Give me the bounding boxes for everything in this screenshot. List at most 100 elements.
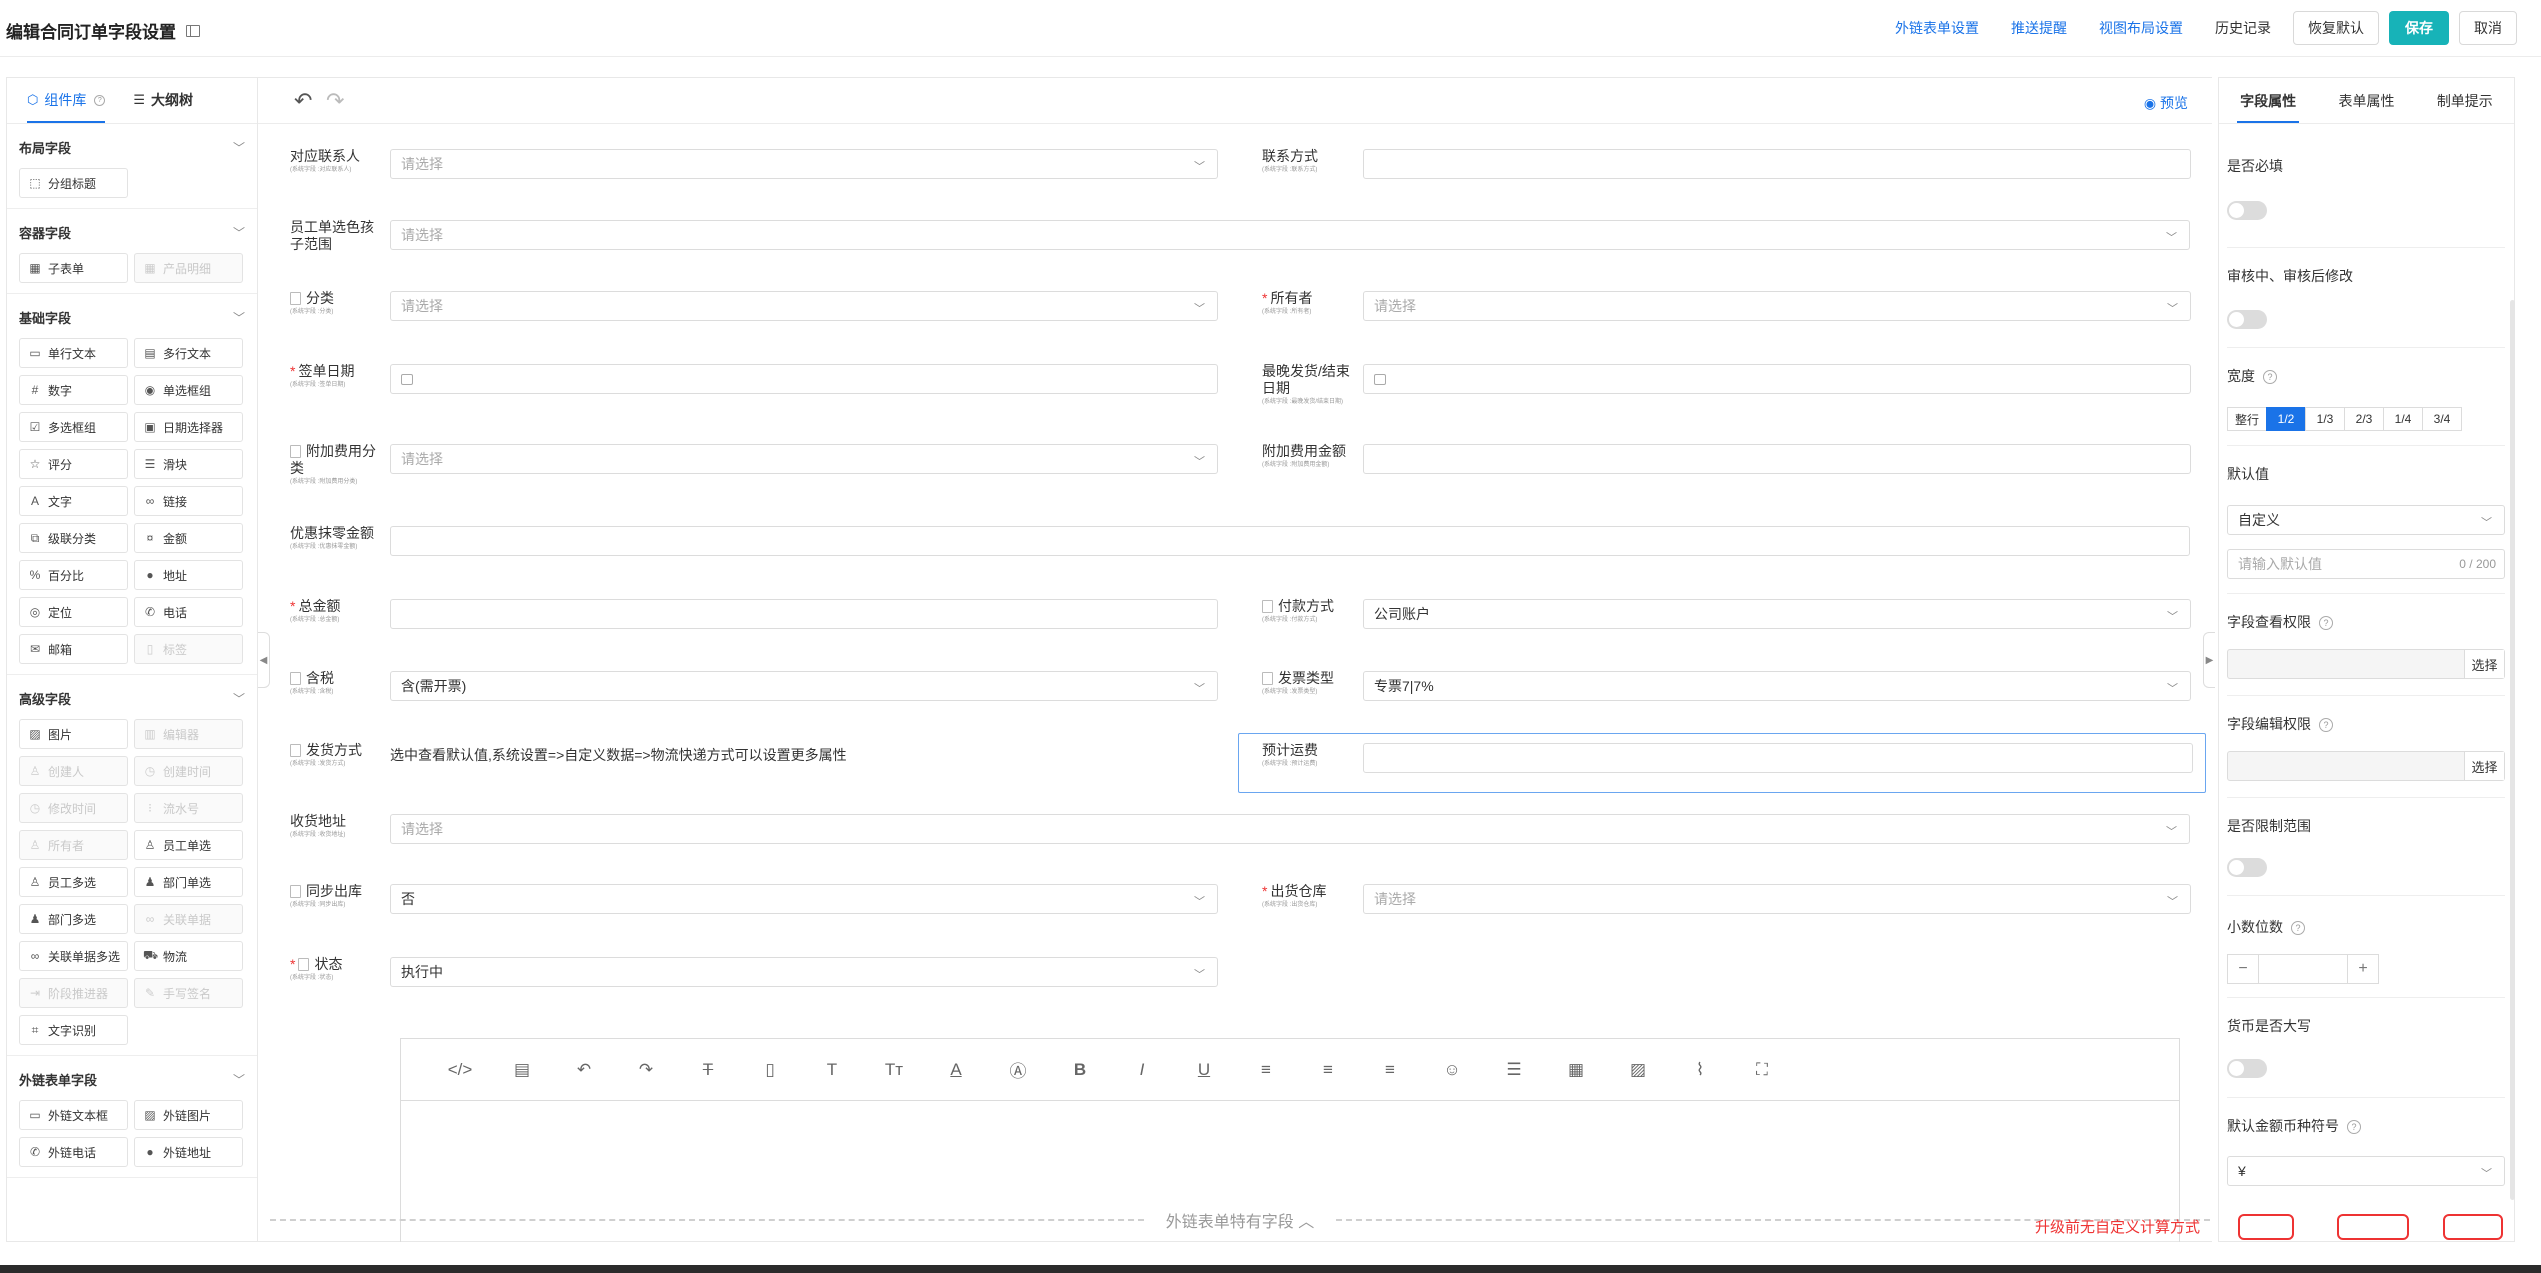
component-item[interactable]: ♙ 员工多选	[19, 867, 128, 897]
component-item[interactable]: ⛟ 物流	[134, 941, 243, 971]
field-select[interactable]: 公司账户 ﹀	[1363, 599, 2191, 629]
component-item[interactable]: ● 地址	[134, 560, 243, 590]
fullscreen-icon[interactable]: ⛶	[1731, 1060, 1793, 1080]
field-select[interactable]: 请选择 ﹀	[390, 814, 2190, 844]
component-item[interactable]: ✉ 邮箱	[19, 634, 128, 664]
align-center-icon[interactable]: ≡	[1297, 1060, 1359, 1080]
width-option[interactable]: 2/3	[2344, 407, 2384, 431]
layout-toggle-icon[interactable]	[186, 24, 200, 37]
cancel-button[interactable]: 取消	[2459, 11, 2517, 45]
divider-icon[interactable]: ☰	[1483, 1060, 1545, 1080]
decimal-value[interactable]	[2259, 954, 2347, 984]
component-item[interactable]: ▭ 外链文本框	[19, 1100, 128, 1130]
required-toggle[interactable]	[2227, 201, 2267, 220]
width-option[interactable]: 3/4	[2422, 407, 2462, 431]
field-select[interactable]: 否 ﹀	[390, 884, 1218, 914]
component-item[interactable]: ♟ 部门多选	[19, 904, 128, 934]
emoji-icon[interactable]: ☺	[1421, 1060, 1483, 1080]
width-option[interactable]: 整行	[2227, 407, 2267, 431]
plus-icon[interactable]: +	[2347, 954, 2379, 984]
component-item[interactable]: ▦ 子表单	[19, 253, 128, 283]
table-icon[interactable]: ▦	[1545, 1060, 1607, 1080]
component-item[interactable]: ☆ 评分	[19, 449, 128, 479]
field-select[interactable]: 执行中 ﹀	[390, 957, 1218, 987]
default-mode-select[interactable]: 自定义 ﹀	[2227, 505, 2505, 535]
font-color-icon[interactable]: A	[925, 1060, 987, 1080]
group-header[interactable]: 容器字段 ﹀	[19, 219, 245, 245]
component-item[interactable]: ◉ 单选框组	[134, 375, 243, 405]
undo-icon[interactable]: ↶	[553, 1060, 615, 1080]
save-button[interactable]: 保存	[2389, 11, 2449, 45]
redo-icon[interactable]: ↷	[615, 1060, 677, 1080]
edit-permission-picker[interactable]: 选择	[2227, 751, 2505, 781]
field-input[interactable]	[390, 599, 1218, 629]
component-item[interactable]: ☰ 滑块	[134, 449, 243, 479]
collapse-left-handle[interactable]: ◀	[258, 632, 270, 688]
component-item[interactable]: ✆ 外链电话	[19, 1137, 128, 1167]
tab-entry-tips[interactable]: 制单提示	[2416, 78, 2514, 123]
tab-outline-tree[interactable]: ☰ 大纲树	[133, 78, 193, 123]
view-permission-picker[interactable]: 选择	[2227, 649, 2505, 679]
width-option[interactable]: 1/2	[2266, 407, 2306, 431]
background-color-icon[interactable]: Ⓐ	[987, 1057, 1049, 1082]
template-icon[interactable]: ▤	[491, 1060, 553, 1080]
field-select[interactable]: 请选择 ﹀	[390, 444, 1218, 474]
field-select[interactable]: 含(需开票) ﹀	[390, 671, 1218, 701]
field-select[interactable]: 请选择 ﹀	[1363, 291, 2191, 321]
bold-icon[interactable]: B	[1049, 1060, 1111, 1080]
preview-button[interactable]: ◉ 预览	[2144, 93, 2188, 113]
field-select[interactable]: 请选择 ﹀	[390, 149, 1218, 179]
field-select[interactable]: 请选择 ﹀	[1363, 884, 2191, 914]
component-item[interactable]: ▤ 多行文本	[134, 338, 243, 368]
tab-component-library[interactable]: ⬡ 组件库 ?	[27, 78, 106, 123]
component-item[interactable]: ▨ 外链图片	[134, 1100, 243, 1130]
default-value-input[interactable]: 请输入默认值 0 / 200	[2227, 549, 2505, 579]
component-item[interactable]: ☑ 多选框组	[19, 412, 128, 442]
component-item[interactable]: ∞ 关联单据多选	[19, 941, 128, 971]
field-input[interactable]	[1363, 444, 2191, 474]
component-item[interactable]: ⬚ 分组标题	[19, 168, 128, 198]
strikethrough-icon[interactable]: T	[677, 1060, 739, 1080]
underline-icon[interactable]: U	[1173, 1060, 1235, 1080]
restore-default-button[interactable]: 恢复默认	[2293, 11, 2379, 45]
choose-button[interactable]: 选择	[2464, 752, 2504, 780]
external-form-settings-link[interactable]: 外链表单设置	[1895, 18, 1979, 38]
decimal-stepper[interactable]: − +	[2227, 954, 2379, 984]
component-item[interactable]: ∞ 链接	[134, 486, 243, 516]
component-item[interactable]: A 文字	[19, 486, 128, 516]
component-item[interactable]: ♙ 员工单选	[134, 830, 243, 860]
width-option[interactable]: 1/3	[2305, 407, 2345, 431]
group-header[interactable]: 布局字段 ﹀	[19, 134, 245, 160]
choose-button[interactable]: 选择	[2464, 650, 2504, 678]
code-icon[interactable]: </>	[429, 1060, 491, 1080]
range-limit-toggle[interactable]	[2227, 858, 2267, 877]
field-date-picker[interactable]	[390, 364, 1218, 394]
field-input[interactable]	[1363, 149, 2191, 179]
minus-icon[interactable]: −	[2227, 954, 2259, 984]
component-item[interactable]: ◎ 定位	[19, 597, 128, 627]
component-item[interactable]: ⌗ 文字识别	[19, 1015, 128, 1045]
align-right-icon[interactable]: ≡	[1359, 1060, 1421, 1080]
group-header[interactable]: 基础字段 ﹀	[19, 304, 245, 330]
tab-form-properties[interactable]: 表单属性	[2317, 78, 2415, 123]
properties-scrollbar[interactable]	[2510, 300, 2515, 1200]
font-size-icon[interactable]: Tт	[863, 1060, 925, 1080]
component-item[interactable]: ¤ 金额	[134, 523, 243, 553]
component-item[interactable]: ♟ 部门单选	[134, 867, 243, 897]
field-date-picker[interactable]	[1363, 364, 2191, 394]
component-item[interactable]: ▨ 图片	[19, 719, 128, 749]
component-item[interactable]: ▭ 单行文本	[19, 338, 128, 368]
component-item[interactable]: ● 外链地址	[134, 1137, 243, 1167]
currency-symbol-select[interactable]: ¥ ﹀	[2227, 1156, 2505, 1186]
redo-icon[interactable]: ↷	[326, 88, 344, 114]
field-input[interactable]	[390, 526, 2190, 556]
collapse-right-handle[interactable]: ▶	[2203, 632, 2215, 688]
attachment-icon[interactable]: ⌇	[1669, 1060, 1731, 1080]
currency-upper-toggle[interactable]	[2227, 1059, 2267, 1078]
field-select[interactable]: 专票7|7% ﹀	[1363, 671, 2191, 701]
history-link[interactable]: 历史记录	[2215, 18, 2271, 38]
undo-icon[interactable]: ↶	[294, 88, 312, 114]
font-icon[interactable]: T	[801, 1060, 863, 1080]
component-item[interactable]: ⧉ 级联分类	[19, 523, 128, 553]
external-section-divider[interactable]: 外链表单特有字段 ︿	[270, 1208, 2211, 1232]
